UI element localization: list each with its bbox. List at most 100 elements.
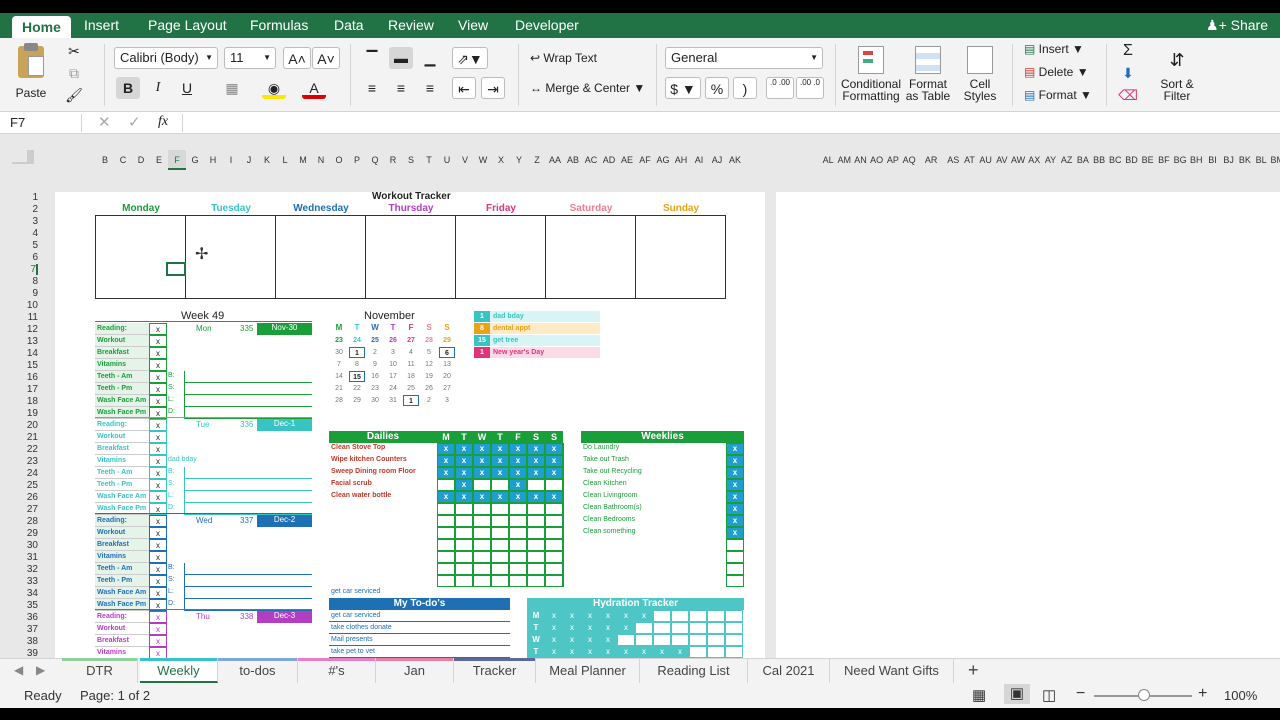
row-header-20[interactable]: 20 <box>12 420 38 431</box>
column-header-AP[interactable]: AP <box>885 150 901 170</box>
zoom-out-button[interactable]: − <box>1076 685 1085 703</box>
row-header-8[interactable]: 8 <box>12 276 38 287</box>
row-header-2[interactable]: 2 <box>12 204 38 215</box>
calendar-day[interactable]: 19 <box>421 371 437 382</box>
ribbon-tab-page-layout[interactable]: Page Layout <box>138 13 237 38</box>
column-header-N[interactable]: N <box>312 150 330 170</box>
calendar-day[interactable]: 1 <box>349 347 365 358</box>
hydration-cell[interactable] <box>707 634 725 646</box>
weekly-check[interactable]: x <box>726 467 744 479</box>
row-header-36[interactable]: 36 <box>12 612 38 623</box>
hydration-cell[interactable] <box>707 610 725 622</box>
borders-icon[interactable]: ▦ <box>220 77 244 99</box>
calendar-day[interactable]: 5 <box>421 347 437 358</box>
hydration-cell[interactable]: x <box>599 646 617 658</box>
number-format-select[interactable]: General ▼ <box>665 47 823 69</box>
comma-button[interactable]: ) <box>733 77 757 99</box>
hydration-cell[interactable] <box>671 610 689 622</box>
meal-line[interactable] <box>184 371 312 383</box>
column-header-AO[interactable]: AO <box>869 150 885 170</box>
calendar-day[interactable]: 9 <box>367 359 383 370</box>
hydration-cell[interactable]: x <box>545 610 563 622</box>
column-header-X[interactable]: X <box>492 150 510 170</box>
hydration-cell[interactable]: x <box>563 646 581 658</box>
row-header-19[interactable]: 19 <box>12 408 38 419</box>
decrease-indent-icon[interactable]: ⇤ <box>452 77 476 99</box>
column-header-BE[interactable]: BE <box>1140 150 1156 170</box>
hydration-cell[interactable] <box>617 634 635 646</box>
column-header-I[interactable]: I <box>222 150 240 170</box>
todo-item[interactable]: Mail presents <box>329 634 510 646</box>
hydration-cell[interactable]: x <box>581 610 599 622</box>
font-name-select[interactable]: Calibri (Body) ▼ <box>114 47 218 69</box>
align-top-icon[interactable]: ▔ <box>360 47 384 69</box>
zoom-slider[interactable] <box>1094 689 1192 701</box>
column-header-C[interactable]: C <box>114 150 132 170</box>
calendar-day[interactable]: 23 <box>331 335 347 346</box>
weekly-check[interactable] <box>726 539 744 551</box>
column-header-AI[interactable]: AI <box>690 150 708 170</box>
habit-check[interactable]: x <box>149 587 167 599</box>
habit-check[interactable]: x <box>149 575 167 587</box>
align-middle-icon[interactable]: ▬ <box>389 47 413 69</box>
row-header-12[interactable]: 12 <box>12 324 38 335</box>
ribbon-tab-formulas[interactable]: Formulas <box>240 13 318 38</box>
add-sheet-button[interactable]: + <box>968 660 979 681</box>
column-header-BF[interactable]: BF <box>1156 150 1172 170</box>
selected-cell[interactable] <box>166 262 186 276</box>
todo-item[interactable]: take pet to vet <box>329 646 510 658</box>
sort-filter-button[interactable]: ⇵ Sort & Filter <box>1156 46 1198 102</box>
habit-check[interactable]: x <box>149 539 167 551</box>
column-header-BH[interactable]: BH <box>1188 150 1204 170</box>
calendar-day[interactable]: 22 <box>349 383 365 394</box>
row-header-21[interactable]: 21 <box>12 432 38 443</box>
hydration-cell[interactable] <box>689 622 707 634</box>
row-header-5[interactable]: 5 <box>12 240 38 251</box>
calendar-day[interactable]: 21 <box>331 383 347 394</box>
share-button[interactable]: ♟+ Share <box>1206 13 1268 38</box>
row-header-37[interactable]: 37 <box>12 624 38 635</box>
hydration-cell[interactable]: x <box>545 622 563 634</box>
delete-cells-button[interactable]: ▤ Delete ▼ <box>1024 65 1089 79</box>
column-header-AG[interactable]: AG <box>654 150 672 170</box>
habit-check[interactable]: x <box>149 371 167 383</box>
bold-button[interactable]: B <box>116 77 140 99</box>
hydration-cell[interactable]: x <box>599 610 617 622</box>
calendar-day[interactable]: 4 <box>403 347 419 358</box>
habit-check[interactable]: x <box>149 335 167 347</box>
column-header-D[interactable]: D <box>132 150 150 170</box>
currency-button[interactable]: $ ▼ <box>665 77 701 99</box>
workout-box-saturday[interactable] <box>545 215 636 299</box>
hydration-cell[interactable] <box>671 622 689 634</box>
habit-check[interactable]: x <box>149 611 167 623</box>
page-break-view-icon[interactable]: ◫ <box>1042 686 1056 704</box>
row-header-23[interactable]: 23 <box>12 456 38 467</box>
habit-check[interactable]: x <box>149 563 167 575</box>
row-header-14[interactable]: 14 <box>12 348 38 359</box>
row-header-17[interactable]: 17 <box>12 384 38 395</box>
calendar-day[interactable]: 12 <box>421 359 437 370</box>
hydration-cell[interactable] <box>725 610 743 622</box>
hydration-cell[interactable]: x <box>581 634 599 646</box>
cell-styles-button[interactable]: Cell Styles <box>956 46 1004 102</box>
sheet-tab-reading-list[interactable]: Reading List <box>640 658 748 683</box>
calendar-day[interactable]: 17 <box>385 371 401 382</box>
calendar-day[interactable]: 31 <box>385 395 401 406</box>
sheet-tab--s[interactable]: #'s <box>298 658 376 683</box>
hydration-cell[interactable] <box>671 634 689 646</box>
hydration-cell[interactable]: x <box>617 610 635 622</box>
column-header-AK[interactable]: AK <box>726 150 744 170</box>
column-header-AB[interactable]: AB <box>564 150 582 170</box>
row-header-27[interactable]: 27 <box>12 504 38 515</box>
align-left-icon[interactable]: ≡ <box>360 77 384 99</box>
calendar-day[interactable]: 6 <box>439 347 455 358</box>
row-header-16[interactable]: 16 <box>12 372 38 383</box>
row-header-24[interactable]: 24 <box>12 468 38 479</box>
sheet-tab-need-want-gifts[interactable]: Need Want Gifts <box>830 658 954 683</box>
decrease-decimal-button[interactable]: .00 .0 <box>796 77 824 99</box>
habit-check[interactable]: x <box>149 623 167 635</box>
hydration-cell[interactable] <box>635 622 653 634</box>
row-header-11[interactable]: 11 <box>12 312 38 323</box>
hydration-cell[interactable]: x <box>671 646 689 658</box>
calendar-day[interactable]: 10 <box>385 359 401 370</box>
